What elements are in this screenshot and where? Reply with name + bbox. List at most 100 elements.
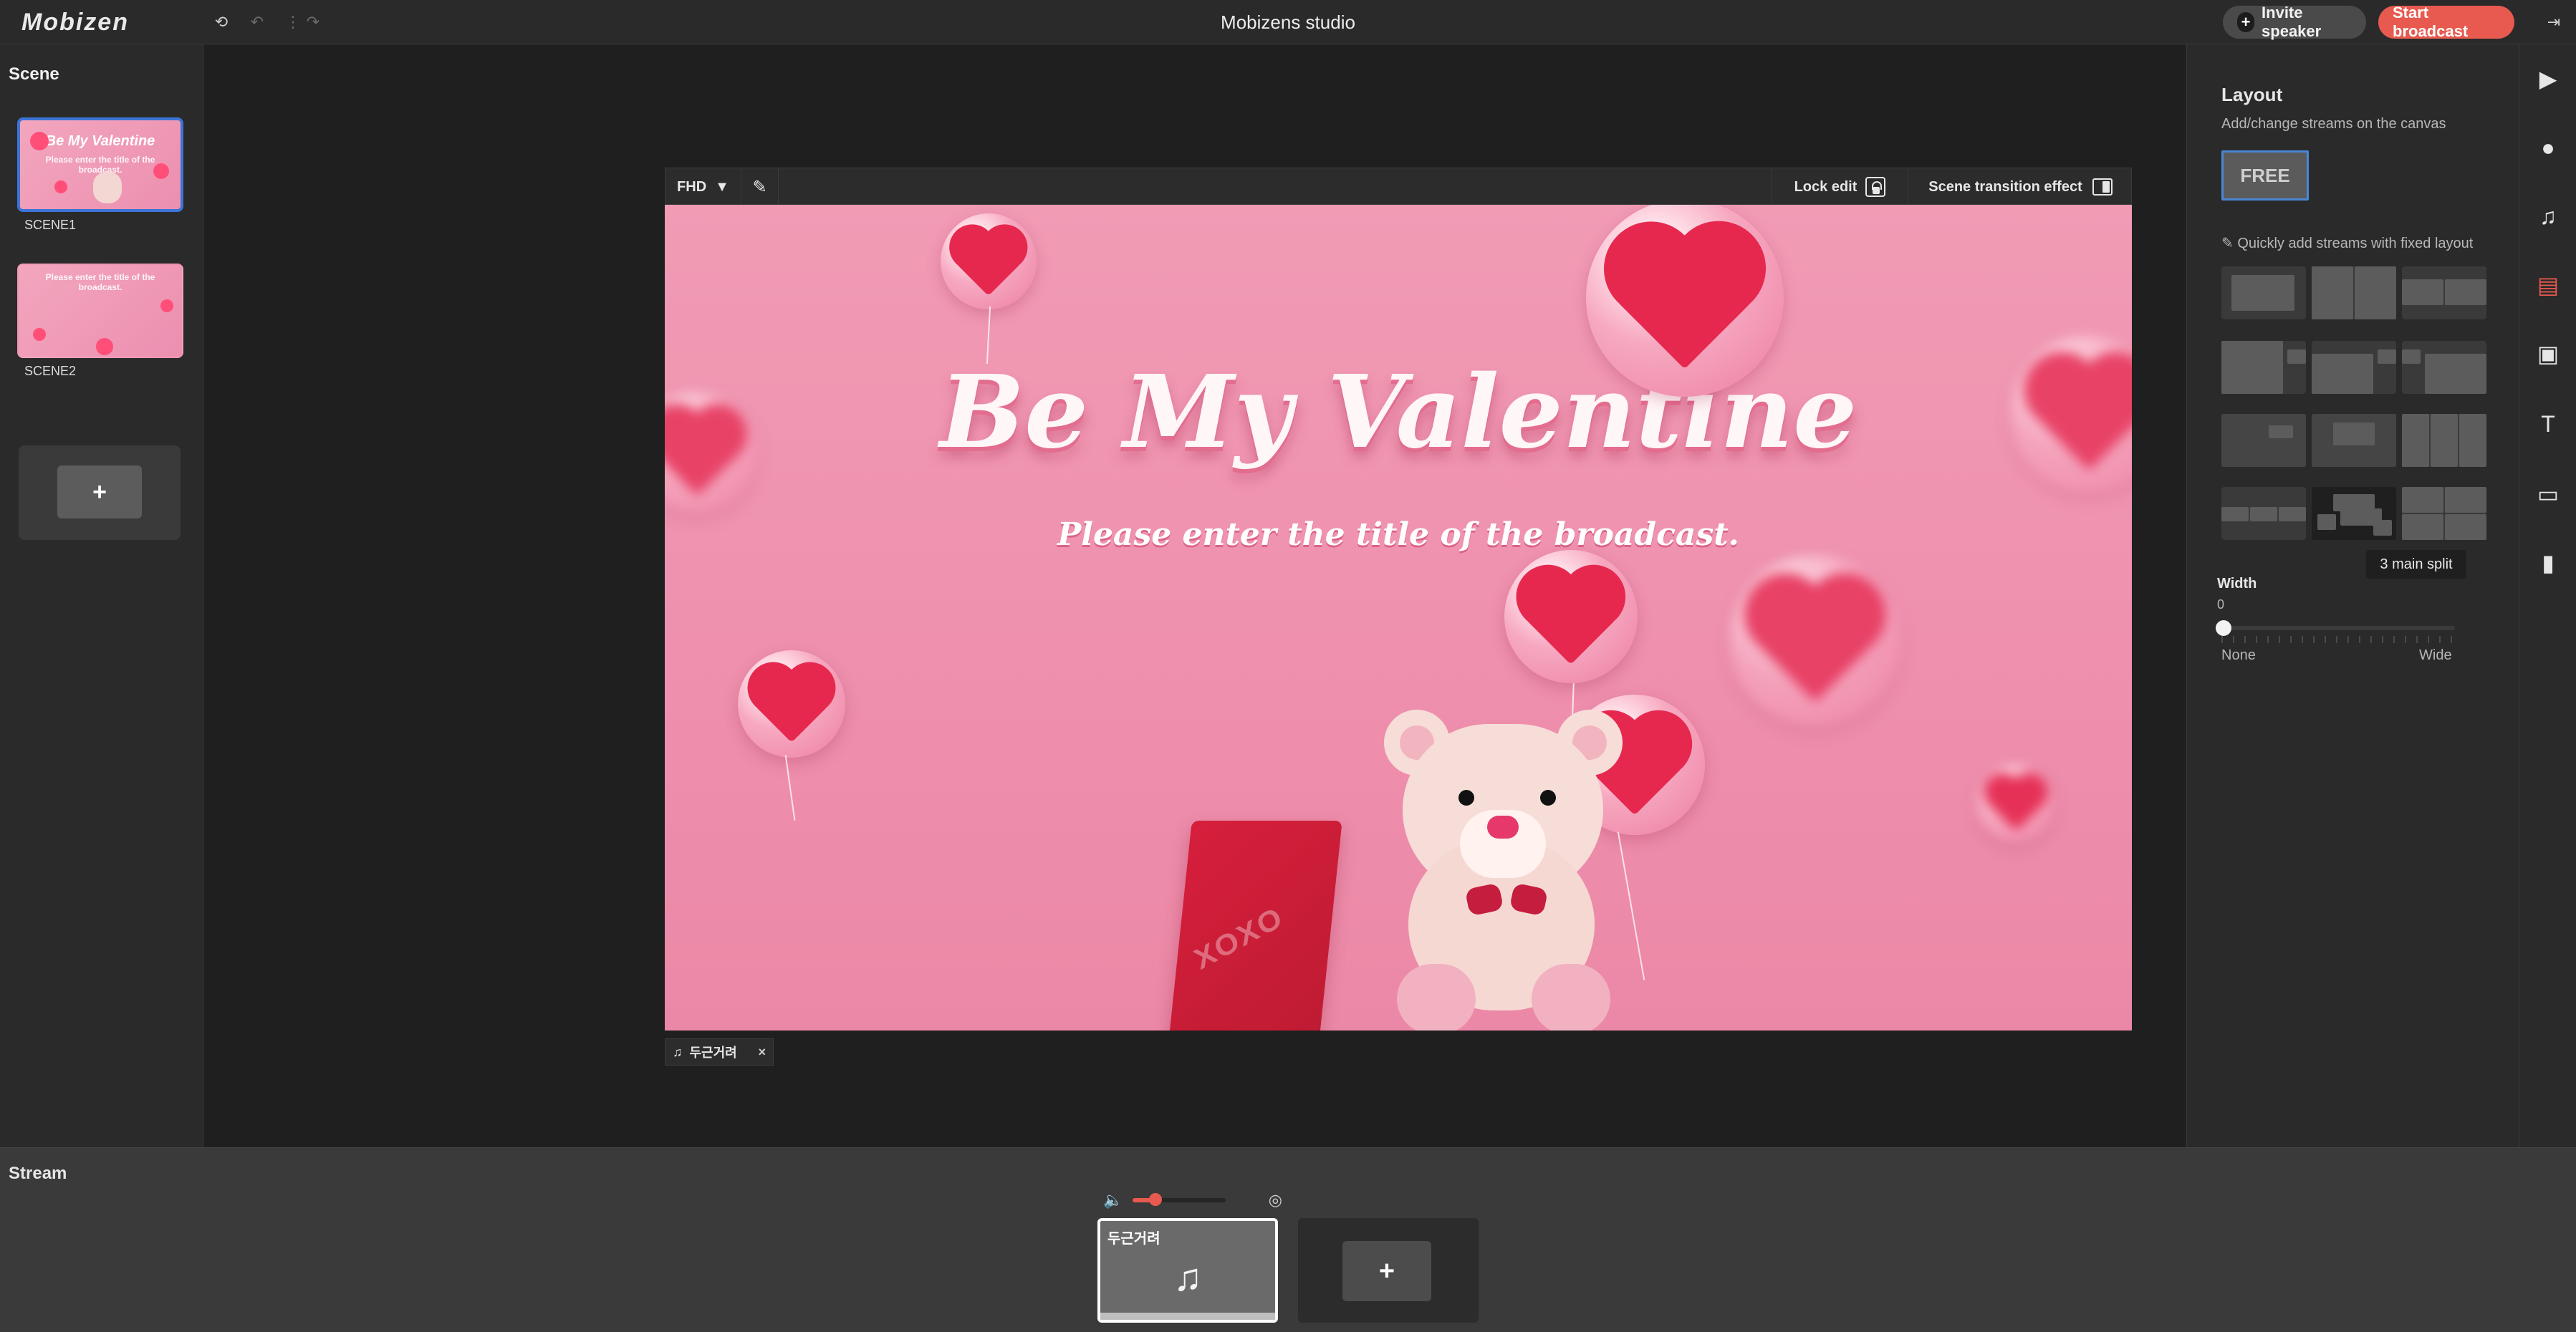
heart-icon	[1525, 574, 1617, 665]
slider-thumb[interactable]	[2216, 620, 2231, 636]
heart-balloon	[1504, 550, 1638, 683]
layout-preset[interactable]	[2221, 487, 2306, 540]
scene-label: SCENE2	[24, 364, 77, 378]
volume-slider[interactable]	[1133, 1193, 1226, 1206]
balloon-string	[784, 755, 796, 821]
music-note-icon: ♫	[1173, 1256, 1203, 1299]
heart-balloon	[1977, 765, 2054, 842]
start-broadcast-button[interactable]: Start broadcast	[2378, 4, 2514, 40]
layout-preview	[2459, 414, 2486, 467]
bear-bow	[1467, 880, 1546, 919]
chat-icon[interactable]: ●	[2519, 119, 2576, 176]
add-scene-button[interactable]: +	[19, 445, 181, 540]
layout-preview	[2425, 354, 2486, 394]
stream-card[interactable]: 두근거려 ♫	[1097, 1218, 1278, 1323]
music-icon[interactable]: ♫	[2519, 188, 2576, 245]
layout-title: Layout	[2221, 84, 2283, 105]
layout-description: Add/change streams on the canvas	[2221, 116, 2446, 132]
broadcast-canvas[interactable]: Be My Valentine Please enter the title o…	[665, 205, 2132, 1031]
layout-preset[interactable]	[2402, 414, 2486, 467]
heart-balloon	[738, 650, 845, 758]
image-icon[interactable]: ▣	[2519, 325, 2576, 382]
layout-preview	[2221, 507, 2249, 521]
stream-header: Stream	[9, 1164, 67, 1183]
heart-icon	[54, 180, 67, 193]
invite-speaker-button[interactable]: + Invite speaker	[2223, 4, 2366, 40]
layout-preset[interactable]	[2402, 266, 2486, 319]
layout-preview	[2402, 514, 2443, 540]
layout-preview	[2431, 414, 2458, 467]
heart-icon	[96, 338, 113, 355]
scene-thumb-title: Be My Valentine	[45, 133, 155, 149]
speaker-icon[interactable]: 🔈	[1103, 1191, 1123, 1210]
width-min-label: None	[2221, 647, 2256, 663]
stream-panel: Stream 🔈 ◎ 두근거려 ♫ +	[0, 1147, 2576, 1332]
gift-bag: XOXO	[1169, 821, 1342, 1031]
layout-preset[interactable]	[2312, 341, 2396, 394]
text-icon[interactable]: T	[2519, 395, 2576, 453]
stream-name: 두근거려	[1107, 1231, 1160, 1247]
scene-transition-label: Scene transition effect	[1928, 178, 2082, 195]
layout-preview	[2373, 520, 2392, 536]
canvas-title[interactable]: Be My Valentine	[665, 354, 2132, 471]
bear-illustration	[93, 172, 122, 203]
volume-knob[interactable]	[1148, 1193, 1162, 1206]
layout-icon[interactable]: ▤	[2519, 256, 2576, 314]
layout-preset[interactable]	[2402, 341, 2486, 394]
teddy-bear	[1352, 710, 1653, 1031]
layout-preview	[2378, 349, 2396, 364]
quality-dropdown[interactable]: FHD ▼	[665, 168, 741, 206]
plus-icon: +	[2237, 12, 2255, 32]
heart-icon	[1756, 585, 1874, 703]
layout-preset[interactable]	[2312, 414, 2396, 467]
layout-preview	[2221, 414, 2306, 467]
layout-preview	[2445, 279, 2486, 305]
layout-preview	[2402, 414, 2429, 467]
scene-header: Scene	[9, 64, 59, 84]
audio-chip[interactable]: ♫ 두근거려 ×	[665, 1038, 774, 1066]
bookmark-icon[interactable]: ▮	[2519, 534, 2576, 592]
lock-edit-toggle[interactable]: Lock edit	[1772, 168, 1908, 206]
heart-balloon	[1729, 554, 1901, 726]
layout-preview	[2402, 349, 2421, 364]
heart-icon	[665, 412, 739, 496]
music-note-icon: ♫	[673, 1044, 683, 1059]
quick-layout-label: ✎ Quickly add streams with fixed layout	[2221, 234, 2473, 252]
volume-control[interactable]: 🔈 ◎	[1103, 1189, 1282, 1211]
canvas-subtitle[interactable]: Please enter the title of the broadcast.	[665, 516, 2132, 553]
layout-preview	[2312, 414, 2396, 467]
bear-eye	[1458, 790, 1474, 806]
canvas-toolbar: FHD ▼ ✎ Lock edit Scene transition effec…	[665, 168, 2133, 206]
scene-thumb-subtitle: Please enter the title of the broadcast.	[45, 272, 155, 292]
globe-icon[interactable]: ◎	[1269, 1191, 1282, 1210]
heart-icon	[33, 328, 46, 341]
bear-foot	[1397, 964, 1476, 1031]
heart-icon	[2035, 363, 2132, 471]
scene-thumbnail-2[interactable]: Please enter the title of the broadcast.	[17, 264, 183, 358]
layout-preset[interactable]	[2221, 341, 2306, 394]
close-icon[interactable]: ×	[758, 1045, 766, 1060]
scene-thumbnail-1[interactable]: Be My Valentine Please enter the title o…	[17, 117, 183, 212]
exit-icon[interactable]: ⇥	[2542, 10, 2566, 34]
play-icon[interactable]: ▶	[2519, 50, 2576, 107]
layout-preset[interactable]	[2221, 414, 2306, 467]
subtitle-icon[interactable]: ▭	[2519, 465, 2576, 523]
layout-preview	[2250, 507, 2277, 521]
layout-preset[interactable]	[2221, 266, 2306, 319]
lock-icon	[1865, 177, 1886, 197]
layout-preset[interactable]	[2312, 266, 2396, 319]
layout-preset-3-main-split[interactable]	[2312, 487, 2396, 540]
layout-preview	[2312, 266, 2353, 319]
pen-icon[interactable]: ✎	[741, 168, 779, 206]
layout-preview	[2355, 266, 2396, 319]
chevron-down-icon: ▼	[715, 178, 729, 195]
scene-transition-toggle[interactable]: Scene transition effect	[1908, 168, 2133, 206]
width-slider[interactable]	[2216, 620, 2455, 636]
toggle-icon	[2092, 178, 2113, 196]
add-stream-button[interactable]: +	[1298, 1218, 1479, 1323]
width-max-label: Wide	[2419, 647, 2452, 663]
layout-preset[interactable]	[2402, 487, 2486, 540]
free-layout-button[interactable]: FREE	[2221, 150, 2309, 201]
layout-tooltip: 3 main split	[2366, 550, 2466, 579]
scene-panel: Scene Be My Valentine Please enter the t…	[0, 44, 203, 1147]
